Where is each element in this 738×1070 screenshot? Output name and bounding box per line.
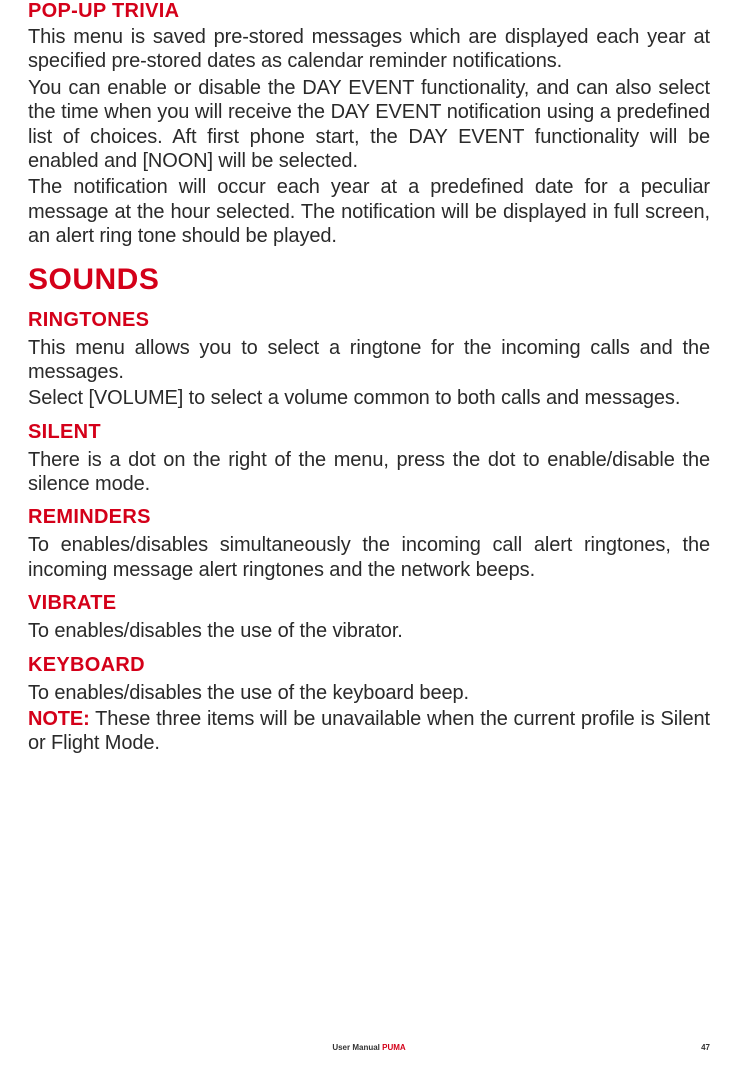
- footer-brand: PUMA: [382, 1043, 406, 1052]
- paragraph: To enables/disables the use of the keybo…: [28, 681, 710, 705]
- paragraph: This menu allows you to select a rington…: [28, 336, 710, 385]
- paragraph: To enables/disables the use of the vibra…: [28, 619, 710, 643]
- heading-ringtones: RINGTONES: [28, 309, 710, 332]
- paragraph: There is a dot on the right of the menu,…: [28, 448, 710, 497]
- document-page: POP-UP TRIVIA This menu is saved pre-sto…: [0, 0, 738, 1070]
- heading-vibrate: VIBRATE: [28, 592, 710, 615]
- paragraph: You can enable or disable the DAY EVENT …: [28, 76, 710, 174]
- page-number: 47: [701, 1043, 710, 1052]
- note-paragraph: NOTE: These three items will be unavaila…: [28, 707, 710, 756]
- heading-sounds: SOUNDS: [28, 263, 710, 297]
- heading-reminders: REMINDERS: [28, 506, 710, 529]
- note-text: These three items will be unavailable wh…: [28, 708, 710, 754]
- paragraph: To enables/disables simultaneously the i…: [28, 533, 710, 582]
- page-footer: User Manual PUMA 47: [28, 1043, 710, 1052]
- paragraph: The notification will occur each year at…: [28, 175, 710, 248]
- paragraph: Select [VOLUME] to select a volume commo…: [28, 386, 710, 410]
- heading-keyboard: KEYBOARD: [28, 654, 710, 677]
- paragraph: This menu is saved pre-stored messages w…: [28, 25, 710, 74]
- note-label: NOTE:: [28, 708, 90, 730]
- heading-popup-trivia: POP-UP TRIVIA: [28, 0, 710, 23]
- footer-text: User Manual: [332, 1043, 382, 1052]
- heading-silent: SILENT: [28, 421, 710, 444]
